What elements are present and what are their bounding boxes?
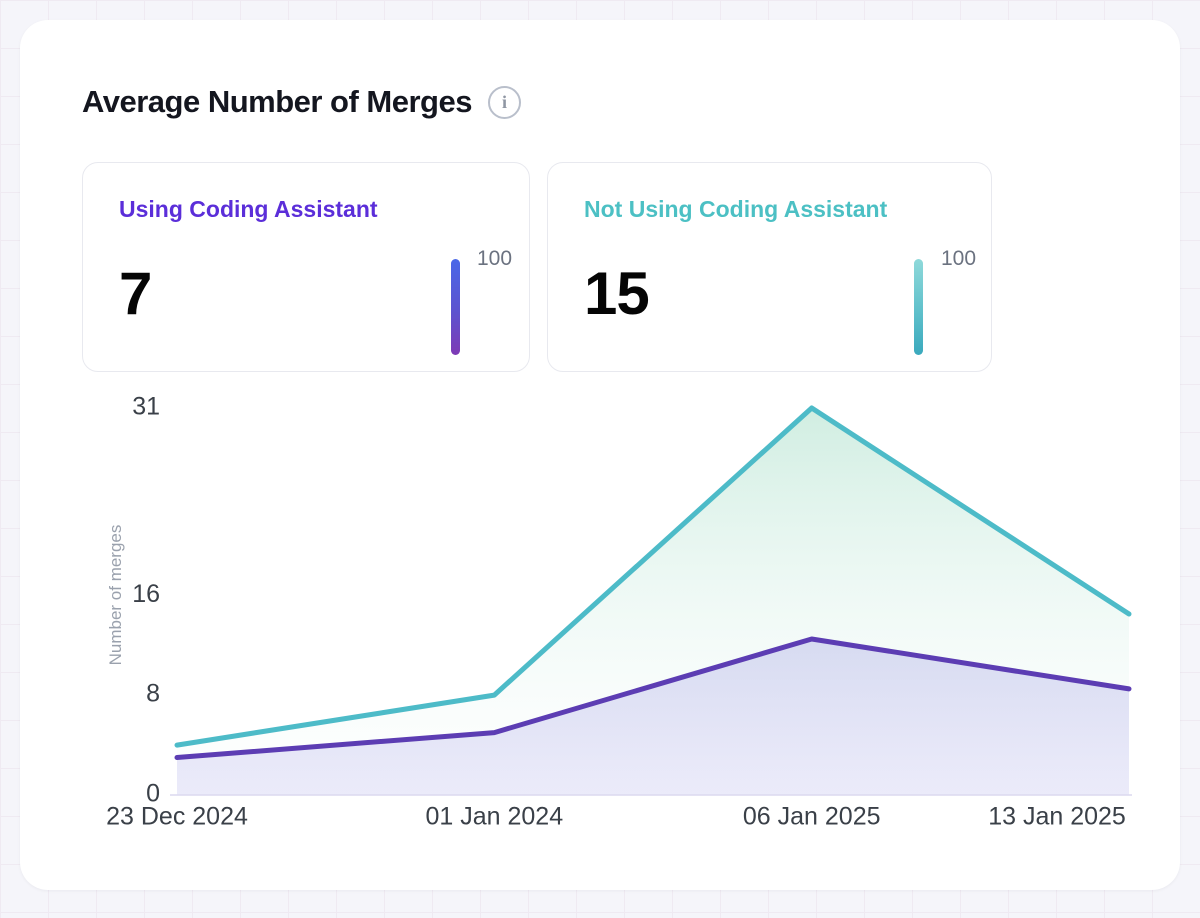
page-background: { "header": { "title": "Average Number o… xyxy=(0,0,1200,918)
page-title: Average Number of Merges xyxy=(82,84,472,120)
info-icon[interactable]: i xyxy=(488,86,521,119)
scale-max-label: 100 xyxy=(477,247,512,271)
panel-header: Average Number of Merges i xyxy=(82,84,521,120)
gradient-scale-bar xyxy=(914,259,923,355)
stat-card-not-using-assistant: Not Using Coding Assistant 15 100 xyxy=(547,162,992,372)
merges-panel: Average Number of Merges i Using Coding … xyxy=(20,20,1180,890)
stat-card-using-assistant: Using Coding Assistant 7 100 xyxy=(82,162,530,372)
scale-max-label: 100 xyxy=(941,247,976,271)
stat-card-label: Not Using Coding Assistant xyxy=(584,196,887,223)
stat-card-value: 7 xyxy=(119,259,151,328)
stat-card-value: 15 xyxy=(584,259,649,328)
stat-card-label: Using Coding Assistant xyxy=(119,196,378,223)
gradient-scale-bar xyxy=(451,259,460,355)
